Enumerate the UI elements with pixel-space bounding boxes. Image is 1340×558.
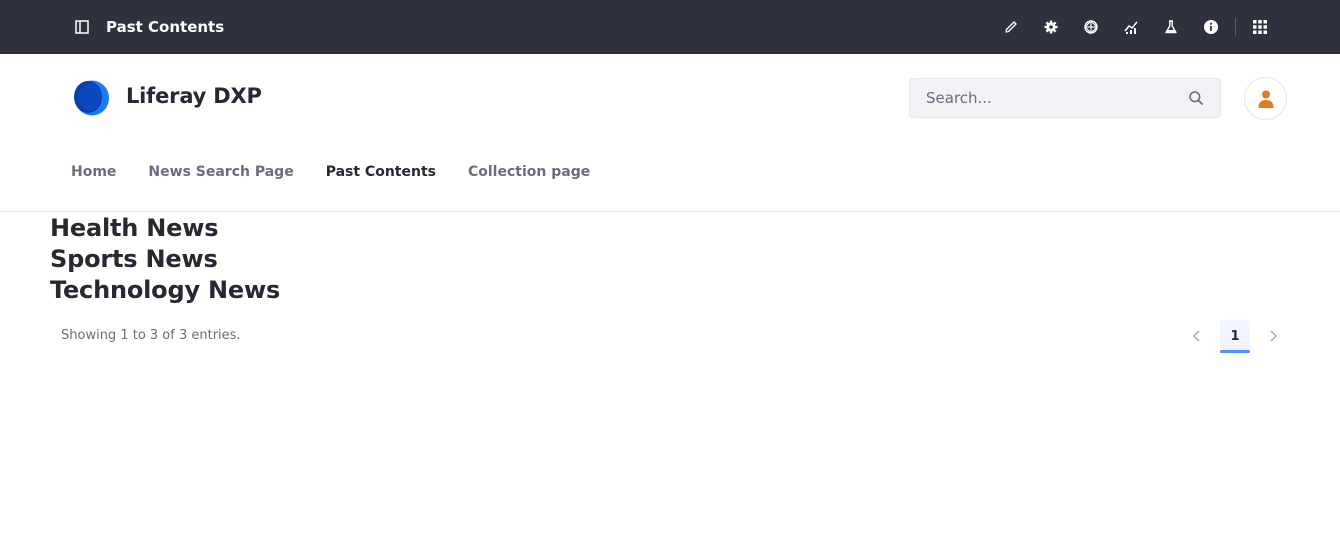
control-menu-actions [991,0,1280,54]
pagination-results: Showing 1 to 3 of 3 entries. [61,328,241,343]
liferay-logo[interactable] [70,79,110,117]
main-navigation: Home News Search Page Past Contents Coll… [55,162,606,182]
pagination: 1 [1179,320,1291,353]
product-menu-toggle[interactable] [74,19,90,35]
nav-item-home[interactable]: Home [55,162,132,182]
control-menu-left: Past Contents [74,0,224,54]
site-header: Liferay DXP Home News Search Page Past C… [0,54,1340,212]
info-icon [1204,20,1218,34]
site-name[interactable]: Liferay DXP [126,84,262,108]
previous-page-button[interactable] [1179,320,1215,352]
analytics-icon [1124,21,1138,34]
pencil-icon [1005,21,1017,33]
content-title-technology-news: Technology News [50,276,281,304]
content-title-sports-news: Sports News [50,245,218,273]
page-1-button[interactable]: 1 [1220,320,1250,353]
control-menu: Past Contents [0,0,1340,54]
search-input[interactable] [910,79,1170,117]
page-info-button[interactable] [1191,0,1231,54]
nav-item-collection-page[interactable]: Collection page [452,162,606,182]
edit-button[interactable] [991,0,1031,54]
search-bar [909,78,1221,118]
flask-icon [1165,20,1177,34]
chevron-right-icon [1270,330,1278,342]
nav-item-past-contents[interactable]: Past Contents [310,162,452,182]
content-title-health-news: Health News [50,214,219,242]
chevron-left-icon [1192,330,1200,342]
apps-grid-icon [1253,20,1267,34]
search-icon[interactable] [1188,90,1204,106]
nav-item-news-search-page[interactable]: News Search Page [132,162,309,182]
applications-menu-button[interactable] [1240,0,1280,54]
control-menu-separator [1235,18,1236,36]
simulation-icon [1084,20,1098,34]
content-list: Health News Sports News Technology News [50,213,280,306]
control-menu-title: Past Contents [106,18,225,36]
configure-page-button[interactable] [1031,0,1071,54]
simulation-button[interactable] [1071,0,1111,54]
user-icon [1258,90,1273,108]
next-page-button[interactable] [1255,320,1291,352]
pagination-bar: Showing 1 to 3 of 3 entries. 1 [61,320,1291,354]
analytics-button[interactable] [1111,0,1151,54]
user-avatar-button[interactable] [1244,77,1287,120]
ab-test-button[interactable] [1151,0,1191,54]
gear-icon [1044,20,1058,34]
product-menu-icon [75,20,89,34]
